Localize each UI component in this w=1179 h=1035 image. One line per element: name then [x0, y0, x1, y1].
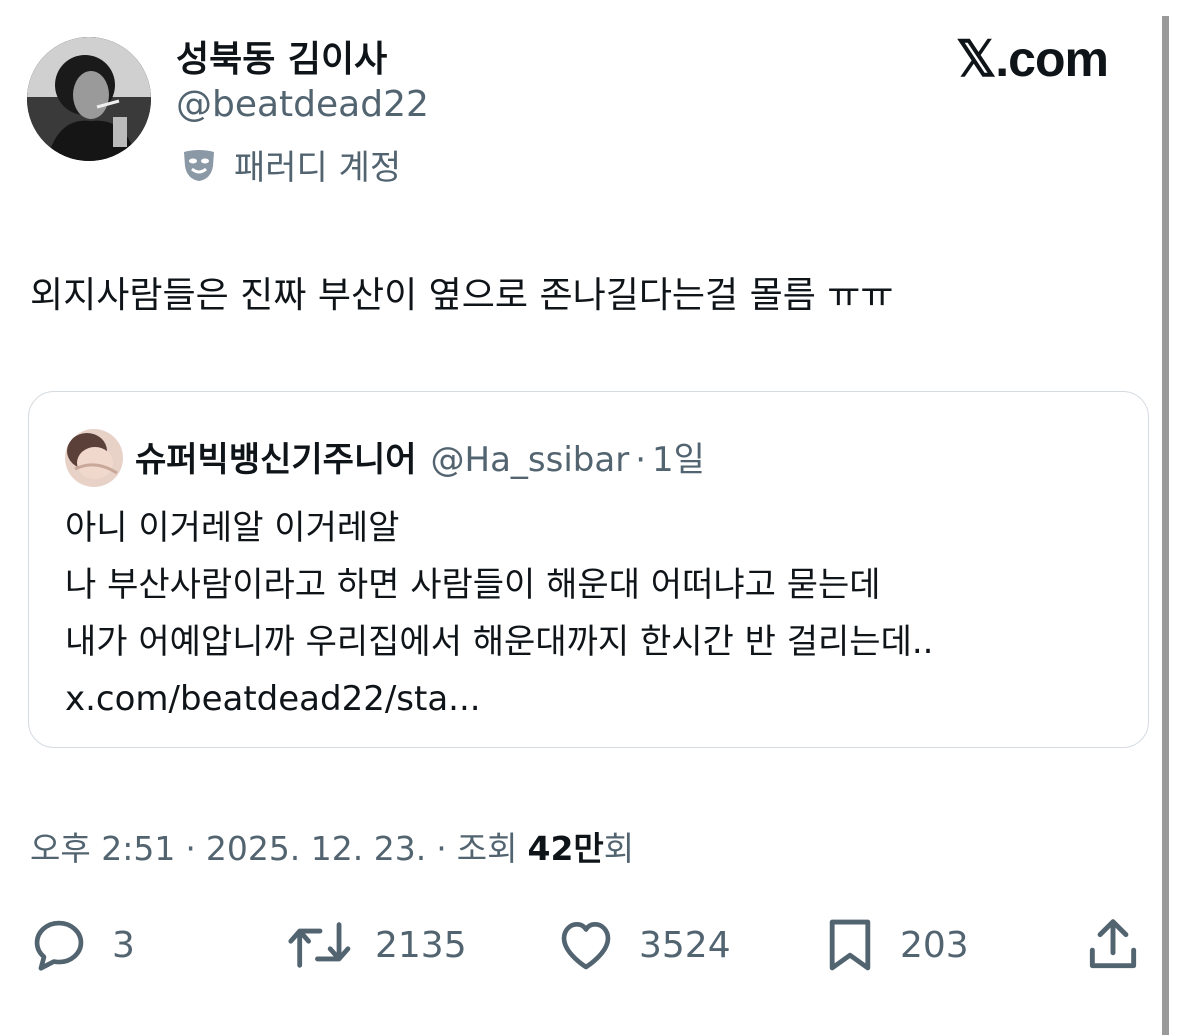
quoted-separator: · [635, 440, 647, 480]
bookmark-button[interactable]: 203 [822, 914, 969, 976]
scrollbar[interactable] [1162, 16, 1169, 1035]
quoted-line: 나 부산사람이라고 하면 사람들이 해운대 어떠냐고 묻는데 [65, 565, 881, 605]
quoted-tweet-text: 아니 이거레알 이거레알 나 부산사람이라고 하면 사람들이 해운대 어떠냐고 … [65, 500, 933, 728]
tweet-date[interactable]: 2025. 12. 23. [206, 829, 426, 868]
author-handle[interactable]: @beatdead22 [176, 84, 429, 125]
tweet-text: 외지사람들은 진짜 부산이 옆으로 존나길다는걸 몰름 ㅠㅠ [30, 275, 894, 316]
repost-icon [288, 922, 351, 968]
views-count: 42만 [527, 829, 604, 868]
repost-count: 2135 [375, 924, 467, 966]
quoted-avatar-photo [65, 429, 123, 487]
quoted-display-name[interactable]: 슈퍼빅뱅신기주니어 [135, 432, 417, 481]
bookmark-icon [829, 919, 871, 971]
bookmark-count: 203 [900, 924, 969, 966]
quoted-handle[interactable]: @Ha_ssibar [431, 440, 630, 480]
meta-separator: · [185, 829, 196, 868]
quoted-line: 내가 어예압니까 우리집에서 해운대까지 한시간 반 걸리는데.. [65, 622, 934, 662]
parody-mask-icon [184, 149, 214, 181]
views-label: 조회 [456, 829, 518, 868]
quoted-line: 아니 이거레알 이거레알 [65, 508, 400, 548]
share-button[interactable] [1084, 914, 1142, 976]
like-button[interactable]: 3524 [555, 914, 731, 976]
quoted-tweet-card[interactable]: 슈퍼빅뱅신기주니어 @Ha_ssibar · 1일 아니 이거레알 이거레알 나… [28, 391, 1149, 748]
reply-button[interactable]: 3 [28, 914, 135, 976]
like-count: 3524 [639, 924, 731, 966]
reply-icon [34, 920, 84, 971]
quoted-tweet-header: 슈퍼빅뱅신기주니어 @Ha_ssibar · 1일 [135, 432, 705, 481]
tweet-meta: 오후 2:51 · 2025. 12. 23. · 조회 42만 회 [30, 822, 634, 870]
quoted-author-avatar[interactable] [65, 429, 123, 487]
tweet-time[interactable]: 오후 2:51 [30, 822, 175, 870]
views-suffix: 회 [603, 829, 635, 868]
parody-account-badge: 패러디 계정 [180, 140, 401, 189]
meta-separator: · [436, 829, 447, 868]
x-com-logo: 𝕏.com [956, 31, 1109, 87]
reply-count: 3 [112, 924, 135, 966]
parody-label: 패러디 계정 [234, 148, 402, 188]
author-display-name[interactable]: 성북동 김이사 [176, 30, 387, 82]
author-avatar[interactable] [27, 37, 151, 161]
quoted-link[interactable]: x.com/beatdead22/sta... [65, 671, 933, 728]
quoted-timestamp: 1일 [652, 440, 705, 480]
heart-icon [561, 922, 611, 970]
repost-button[interactable]: 2135 [287, 914, 467, 976]
avatar-photo [27, 37, 151, 161]
share-icon [1089, 919, 1137, 969]
